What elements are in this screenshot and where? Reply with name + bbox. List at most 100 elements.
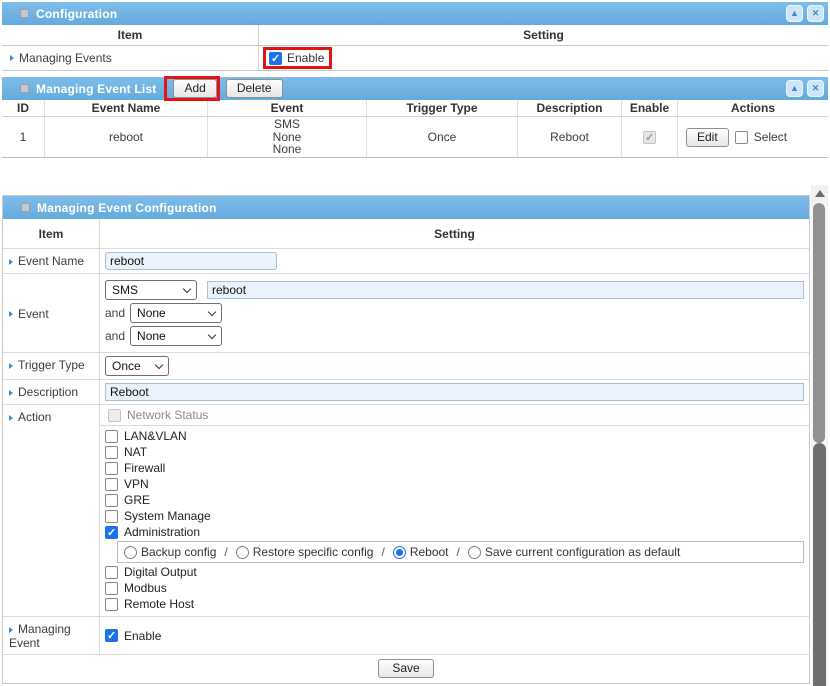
description-input[interactable] [105, 383, 804, 401]
network-status-label: Network Status [127, 408, 208, 422]
managing-events-enable-checkbox[interactable] [269, 52, 282, 65]
triangle-bullet-icon [9, 363, 13, 369]
row-id: 1 [2, 117, 45, 157]
panel-title: Managing Event List [36, 82, 156, 96]
event-row: Event SMS and None and [3, 273, 809, 352]
row-description: Reboot [518, 117, 622, 157]
event-configuration-header-bar: Managing Event Configuration [3, 196, 809, 219]
config-table-header: Item Setting [3, 219, 809, 248]
save-row: Save [3, 654, 809, 683]
collapse-icon[interactable]: ▲ [786, 5, 803, 22]
select-checkbox[interactable] [735, 131, 748, 144]
description-label: Description [18, 385, 78, 399]
firewall-checkbox[interactable] [105, 462, 118, 475]
event-list-header-bar: Managing Event List Add Delete ▲ ✕ [2, 77, 828, 100]
event-name-label: Event Name [18, 254, 84, 268]
table-row: 1 reboot SMS None None Once Reboot Edit … [2, 117, 828, 158]
column-header-item: Item [2, 25, 259, 45]
column-header-enable: Enable [622, 100, 678, 116]
managing-event-row: Managing Event Enable [3, 616, 809, 654]
select-label[interactable]: Select [754, 130, 787, 144]
managing-event-enable-checkbox[interactable] [105, 629, 118, 642]
configuration-header-bar: Configuration ▲ ✕ [2, 2, 828, 25]
nat-checkbox[interactable] [105, 446, 118, 459]
trigger-type-label: Trigger Type [18, 358, 85, 372]
triangle-bullet-icon [9, 390, 13, 396]
backup-config-radio[interactable] [124, 546, 137, 559]
digital-output-checkbox[interactable] [105, 566, 118, 579]
event-type-select[interactable]: SMS [105, 280, 197, 300]
chevron-down-icon [208, 330, 216, 338]
scrollbar-thumb-inner[interactable] [813, 443, 826, 686]
administration-options: Backup config / Restore specific config … [117, 541, 804, 563]
event-configuration-panel: Managing Event Configuration Item Settin… [2, 195, 810, 684]
chevron-down-icon [208, 307, 216, 315]
reboot-radio[interactable] [393, 546, 406, 559]
and-label: and [105, 306, 125, 320]
trigger-type-select[interactable]: Once [105, 356, 169, 376]
row-actions-cell: Edit Select [678, 117, 828, 157]
close-icon[interactable]: ✕ [807, 80, 824, 97]
column-header-trigger-type: Trigger Type [367, 100, 518, 116]
event-label: Event [18, 307, 49, 321]
column-header-description: Description [518, 100, 622, 116]
configuration-table-header: Item Setting [2, 25, 828, 46]
configuration-panel: Configuration ▲ ✕ Item Setting Managing … [2, 2, 828, 71]
row-enable-checkbox [643, 131, 656, 144]
action-label: Action [18, 410, 51, 424]
panel-icon [20, 9, 29, 18]
panel-title: Configuration [36, 7, 117, 21]
description-row: Description [3, 379, 809, 404]
event-name-input[interactable] [105, 252, 277, 270]
page: Configuration ▲ ✕ Item Setting Managing … [0, 0, 830, 686]
triangle-bullet-icon [10, 55, 14, 61]
save-default-radio[interactable] [468, 546, 481, 559]
triangle-bullet-icon [9, 259, 13, 265]
collapse-icon[interactable]: ▲ [786, 80, 803, 97]
vpn-checkbox[interactable] [105, 478, 118, 491]
panel-icon [20, 84, 29, 93]
panel-icon [21, 203, 30, 212]
column-header-setting: Setting [100, 219, 809, 248]
remote-host-checkbox[interactable] [105, 598, 118, 611]
restore-config-radio[interactable] [236, 546, 249, 559]
scroll-up-icon[interactable] [811, 185, 828, 202]
scrollbar-thumb[interactable] [813, 203, 825, 443]
panel-title: Managing Event Configuration [37, 201, 217, 215]
network-status-checkbox [108, 409, 121, 422]
scrollbar[interactable] [811, 185, 828, 686]
column-header-actions: Actions [678, 100, 828, 116]
row-enable-cell [622, 117, 678, 157]
enable-label[interactable]: Enable [287, 51, 324, 65]
row-event: SMS None None [208, 117, 367, 157]
modbus-checkbox[interactable] [105, 582, 118, 595]
managing-event-label: Managing Event [9, 622, 71, 650]
administration-checkbox[interactable] [105, 526, 118, 539]
event-name-row: Event Name [3, 248, 809, 273]
triangle-bullet-icon [9, 311, 13, 317]
action-row: Action Network Status LAN&VLAN NAT Firew… [3, 404, 809, 616]
event-and-select-2[interactable]: None [130, 326, 222, 346]
edit-button[interactable]: Edit [686, 128, 729, 147]
event-list-panel: Managing Event List Add Delete ▲ ✕ ID Ev… [2, 77, 828, 158]
lan-vlan-checkbox[interactable] [105, 430, 118, 443]
chevron-down-icon [183, 284, 191, 292]
system-manage-checkbox[interactable] [105, 510, 118, 523]
and-label: and [105, 329, 125, 343]
column-header-event-name: Event Name [45, 100, 208, 116]
chevron-down-icon [155, 360, 163, 368]
gre-checkbox[interactable] [105, 494, 118, 507]
delete-button[interactable]: Delete [226, 79, 283, 98]
add-button[interactable]: Add [173, 79, 216, 98]
event-list-table-header: ID Event Name Event Trigger Type Descrip… [2, 100, 828, 117]
enable-annotation-box: Enable [263, 47, 332, 69]
column-header-id: ID [2, 100, 45, 116]
event-and-select-1[interactable]: None [130, 303, 222, 323]
column-header-item: Item [3, 219, 100, 248]
row-event-name: reboot [45, 117, 208, 157]
save-button[interactable]: Save [378, 659, 433, 678]
close-icon[interactable]: ✕ [807, 5, 824, 22]
enable-label[interactable]: Enable [124, 629, 161, 643]
event-text-input[interactable] [207, 281, 804, 299]
triangle-bullet-icon [9, 627, 13, 633]
